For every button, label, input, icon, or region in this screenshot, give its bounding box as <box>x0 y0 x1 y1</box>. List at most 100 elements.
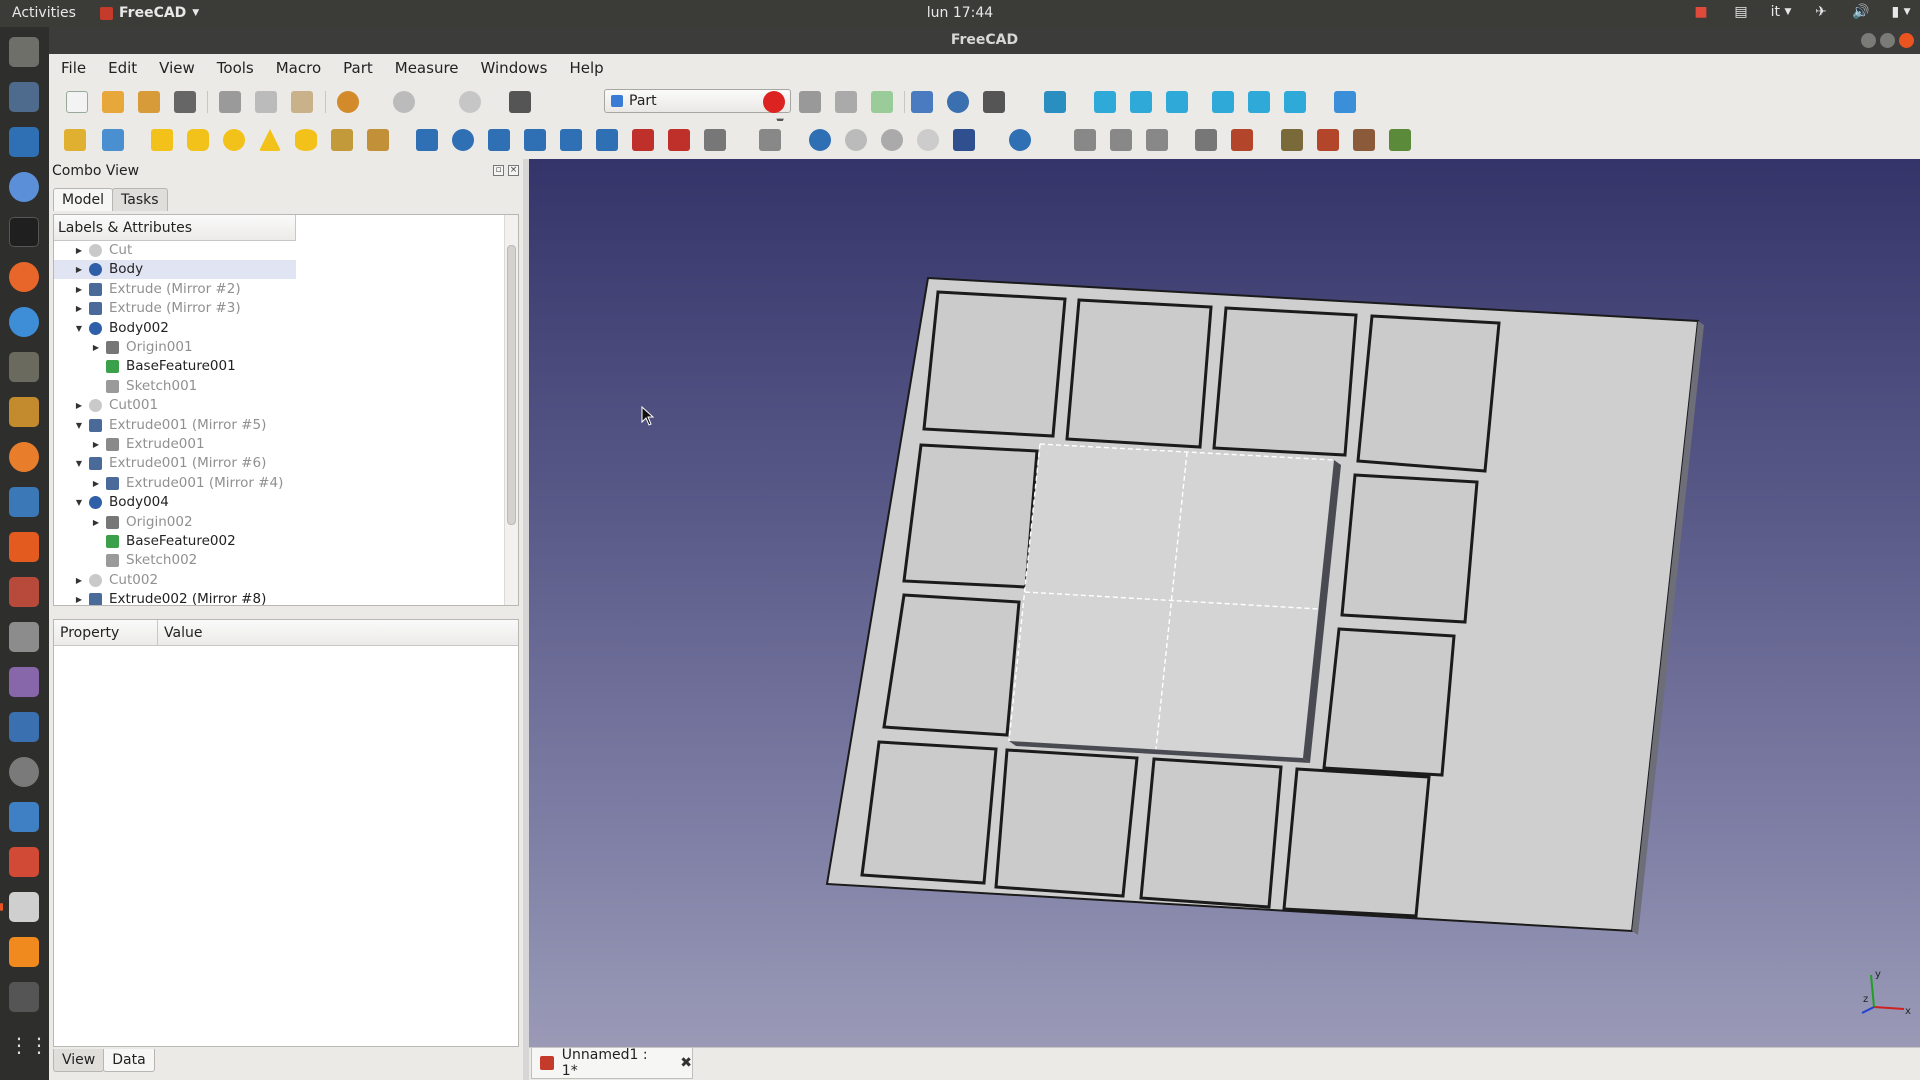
revolve-icon[interactable] <box>452 129 474 151</box>
chromium-icon[interactable] <box>9 172 39 202</box>
minimize-button[interactable] <box>1861 33 1876 48</box>
value-column-header[interactable]: Value <box>158 620 518 646</box>
expand-arrow-icon[interactable]: ▶ <box>74 260 84 279</box>
tree-item[interactable]: ▶ Extrude002 (Mirror #8) <box>54 590 454 605</box>
expand-arrow-icon[interactable]: ▶ <box>91 474 101 493</box>
media-icon[interactable] <box>9 667 39 697</box>
blender-icon[interactable] <box>9 442 39 472</box>
chamfer-icon[interactable] <box>560 129 582 151</box>
redo-icon[interactable] <box>393 91 415 113</box>
menu-file[interactable]: File <box>61 59 86 77</box>
terminal-icon[interactable] <box>9 217 39 247</box>
collapse-arrow-icon[interactable]: ▼ <box>74 416 84 435</box>
open-icon[interactable] <box>102 91 124 113</box>
tree-item[interactable]: ▶ Cut <box>54 241 454 260</box>
copy-icon[interactable] <box>255 91 277 113</box>
section-icon[interactable] <box>704 129 726 151</box>
tree-item[interactable]: ▶ Extrude001 <box>54 435 454 454</box>
measure-refresh-icon[interactable] <box>1353 129 1375 151</box>
measure-angular-icon[interactable] <box>1317 129 1339 151</box>
common-icon[interactable] <box>917 129 939 151</box>
new-document-icon[interactable] <box>66 91 88 113</box>
text-editor-icon[interactable] <box>9 127 39 157</box>
eye-icon[interactable] <box>9 757 39 787</box>
collapse-arrow-icon[interactable]: ▼ <box>74 493 84 512</box>
fit-selection-icon[interactable] <box>947 91 969 113</box>
tree-item[interactable]: ▶ Body <box>54 260 296 280</box>
expand-arrow-icon[interactable]: ▶ <box>74 299 84 318</box>
measure-distance-icon[interactable] <box>1334 91 1356 113</box>
tree-item[interactable]: ▶ Cut001 <box>54 396 454 415</box>
menu-macro[interactable]: Macro <box>276 59 321 77</box>
refresh-icon[interactable] <box>459 91 481 113</box>
sweep-icon[interactable] <box>668 129 690 151</box>
menu-measure[interactable]: Measure <box>395 59 459 77</box>
software-center-icon[interactable] <box>9 532 39 562</box>
close-panel-icon[interactable]: × <box>508 165 519 176</box>
create-group-icon[interactable] <box>102 129 124 151</box>
primitives-icon[interactable] <box>331 129 353 151</box>
right-view-icon[interactable] <box>1166 91 1188 113</box>
print-icon[interactable] <box>174 91 196 113</box>
center-block[interactable] <box>1008 443 1341 763</box>
menu-part[interactable]: Part <box>343 59 373 77</box>
cone-icon[interactable] <box>259 129 281 151</box>
property-column-header[interactable]: Property <box>54 620 158 646</box>
expand-arrow-icon[interactable]: ▶ <box>91 338 101 357</box>
tab-data[interactable]: Data <box>103 1049 155 1072</box>
sphere-icon[interactable] <box>223 129 245 151</box>
isometric-view-icon[interactable] <box>1044 91 1066 113</box>
menu-windows[interactable]: Windows <box>481 59 548 77</box>
tree-item[interactable]: Sketch002 <box>54 551 454 570</box>
tree-item[interactable]: Sketch001 <box>54 377 454 396</box>
fillet-icon[interactable] <box>524 129 546 151</box>
create-part-icon[interactable] <box>64 129 86 151</box>
expand-arrow-icon[interactable]: ▶ <box>74 396 84 415</box>
cylinder-icon[interactable] <box>187 129 209 151</box>
join-icon[interactable] <box>953 129 975 151</box>
tree-scrollbar-thumb[interactable] <box>507 245 516 525</box>
volume-icon[interactable]: 🔊 <box>1852 3 1870 21</box>
make-face-icon[interactable] <box>596 129 618 151</box>
show-apps-icon[interactable]: ⋮⋮ <box>9 1030 49 1060</box>
tools-icon[interactable] <box>9 577 39 607</box>
projection-icon[interactable] <box>1146 129 1168 151</box>
tree-item[interactable]: BaseFeature001 <box>54 357 454 376</box>
menu-tools[interactable]: Tools <box>217 59 254 77</box>
app-menu[interactable]: FreeCAD ▼ <box>100 5 199 21</box>
ubuntu-icon[interactable] <box>9 82 39 112</box>
tree-column-header[interactable]: Labels & Attributes <box>54 215 296 241</box>
rear-view-icon[interactable] <box>1212 91 1234 113</box>
expand-arrow-icon[interactable]: ▶ <box>74 280 84 299</box>
notes-icon[interactable] <box>9 892 39 922</box>
clipboard-icon[interactable]: ▤ <box>1732 3 1750 21</box>
save-icon[interactable] <box>138 91 160 113</box>
firefox-icon[interactable] <box>9 262 39 292</box>
battery-icon[interactable]: ▮ ▼ <box>1891 3 1910 21</box>
tab-model[interactable]: Model <box>53 188 114 211</box>
tree-item[interactable]: ▼ Body004 <box>54 493 454 512</box>
close-tab-icon[interactable]: ✖ <box>680 1055 692 1071</box>
loft-icon[interactable] <box>632 129 654 151</box>
gimp-icon[interactable] <box>9 352 39 382</box>
macro-edit-icon[interactable] <box>835 91 857 113</box>
inkscape-icon[interactable] <box>9 397 39 427</box>
menu-help[interactable]: Help <box>569 59 603 77</box>
thickness-icon[interactable] <box>1110 129 1132 151</box>
extrude-icon[interactable] <box>416 129 438 151</box>
expand-arrow-icon[interactable]: ▶ <box>91 435 101 454</box>
defeaturing-icon[interactable] <box>1231 129 1253 151</box>
vlc-icon[interactable] <box>9 937 39 967</box>
compound-icon[interactable] <box>1074 129 1096 151</box>
whats-this-icon[interactable] <box>509 91 531 113</box>
tree-item[interactable]: ▶ Origin002 <box>54 513 454 532</box>
close-window-button[interactable] <box>1899 33 1914 48</box>
activities-button[interactable]: Activities <box>12 5 76 21</box>
scanner-icon[interactable] <box>9 487 39 517</box>
maximize-button[interactable] <box>1880 33 1895 48</box>
fuse-icon[interactable] <box>881 129 903 151</box>
tab-tasks[interactable]: Tasks <box>112 188 168 211</box>
collapse-arrow-icon[interactable]: ▼ <box>74 454 84 473</box>
macro-record-icon[interactable] <box>763 91 785 113</box>
tree-item[interactable]: ▼ Extrude001 (Mirror #5) <box>54 416 454 435</box>
